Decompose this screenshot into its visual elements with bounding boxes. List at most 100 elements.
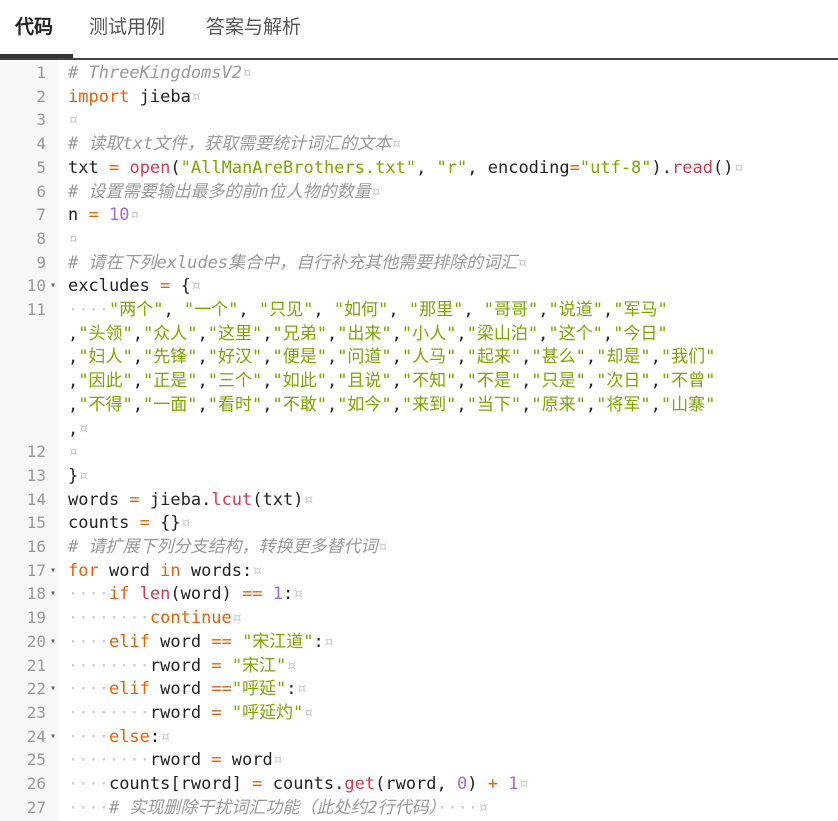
code-token: "不是" bbox=[466, 371, 522, 392]
code-token: ¤ bbox=[517, 252, 528, 273]
line-number: 1 bbox=[36, 63, 46, 82]
code-editor[interactable]: 1 # ThreeKingdomsV2¤ 2 import jieba¤ 3 ¤ 4 # 读取… bbox=[0, 60, 838, 821]
code-line: 13}¤ bbox=[0, 464, 838, 488]
code-text: ········rword = "宋江"¤ bbox=[68, 654, 297, 678]
code-token: ···· bbox=[68, 679, 109, 700]
code-text: excludes = {¤ bbox=[68, 274, 201, 298]
line-number: 16 bbox=[26, 537, 46, 556]
code-text: ¤ bbox=[68, 227, 78, 251]
line-number: 6 bbox=[36, 181, 46, 201]
code-token: elif bbox=[108, 679, 150, 700]
code-line: 10 ▾ excludes = {¤ bbox=[0, 274, 838, 298]
code-token: ········ bbox=[68, 702, 150, 723]
code-line: 20 ▾ ····elif word == "宋江道":¤ bbox=[0, 630, 838, 654]
code-token: "如今" bbox=[337, 394, 392, 415]
line-number: 2 bbox=[36, 86, 46, 106]
code-text: import jieba¤ bbox=[68, 85, 201, 109]
fold-arrow-icon[interactable]: ▾ bbox=[50, 677, 56, 701]
line-number: 8 bbox=[36, 228, 46, 248]
code-token: word bbox=[149, 679, 212, 700]
code-token: rword bbox=[149, 655, 212, 676]
code-line: ,"因此","正是","三个","如此","且说","不知","不是","只是"… bbox=[0, 369, 838, 393]
code-text: ····else:¤ bbox=[68, 725, 170, 749]
code-token: ···· bbox=[68, 726, 109, 747]
code-token: ········ bbox=[68, 608, 150, 629]
code-token: ¤ bbox=[160, 726, 171, 747]
code-token: "如何" bbox=[333, 300, 389, 320]
code-token: excludes bbox=[68, 276, 161, 297]
tab-test-cases[interactable]: 测试用例 bbox=[89, 12, 165, 39]
code-line: 5 txt = open("AllManAreBrothers.txt", "r"… bbox=[0, 156, 838, 180]
code-token: "utf-8" bbox=[579, 157, 652, 178]
line-number: 23 bbox=[26, 702, 46, 722]
code-token: "宋江道" bbox=[242, 631, 314, 652]
code-token: words: bbox=[180, 560, 253, 581]
tab-answer-analysis[interactable]: 答案与解析 bbox=[206, 12, 301, 39]
line-number: 24 bbox=[26, 726, 46, 746]
code-token: , bbox=[262, 323, 273, 344]
code-token: ¤ bbox=[293, 584, 304, 605]
code-token: = bbox=[108, 157, 120, 178]
code-token: { bbox=[170, 276, 191, 297]
code-token: ···· bbox=[68, 584, 109, 605]
code-token: , bbox=[68, 394, 79, 415]
code-token: "不得" bbox=[78, 394, 133, 415]
code-token: 0 bbox=[457, 774, 468, 794]
code-text: ····"两个", "一个", "只见", "如何", "那里", "哥哥","… bbox=[68, 298, 668, 322]
line-number: 5 bbox=[36, 157, 46, 177]
code-token: ¤ bbox=[303, 489, 314, 510]
code-token: , bbox=[326, 323, 338, 344]
code-token: , bbox=[585, 347, 597, 368]
code-text: ········continue¤ bbox=[68, 606, 242, 630]
code-token: , encoding bbox=[467, 157, 570, 178]
code-token: "只见" bbox=[258, 300, 314, 320]
code-token: , bbox=[262, 371, 273, 392]
code-line: ,¤ bbox=[0, 417, 838, 441]
code-token: "不敢" bbox=[272, 394, 327, 415]
code-token: , bbox=[262, 394, 273, 415]
code-token: , bbox=[326, 371, 338, 392]
code-token: lcut bbox=[211, 489, 253, 510]
code-token: "先锋" bbox=[142, 347, 198, 368]
code-token: + bbox=[487, 774, 498, 794]
line-number: 20 bbox=[26, 631, 46, 651]
code-line: 6 # 设置需要输出最多的前n位人物的数量¤ bbox=[0, 180, 838, 204]
code-token: == bbox=[211, 631, 232, 652]
code-token: 1 bbox=[272, 584, 284, 605]
code-text: ,"不得","一面","看时","不敢","如今","来到","当下","原来"… bbox=[68, 393, 715, 417]
code-token: words bbox=[68, 489, 130, 510]
code-token: "起来" bbox=[466, 347, 522, 368]
code-token: ¤ bbox=[68, 442, 79, 463]
code-token: ¤ bbox=[286, 655, 297, 676]
code-line: 17 ▾ for word in words:¤ bbox=[0, 559, 838, 583]
fold-arrow-icon[interactable]: ▾ bbox=[50, 630, 56, 654]
code-token: , bbox=[197, 347, 208, 368]
code-token: in bbox=[160, 560, 181, 581]
code-token: "哥哥" bbox=[483, 300, 539, 320]
code-token: (word) bbox=[170, 584, 243, 605]
code-token: , bbox=[197, 371, 208, 392]
fold-arrow-icon[interactable]: ▾ bbox=[50, 582, 56, 606]
code-token: ¤ bbox=[391, 134, 402, 155]
code-token: "正是" bbox=[142, 371, 198, 392]
code-token: 10 bbox=[108, 205, 130, 226]
fold-arrow-icon[interactable]: ▾ bbox=[50, 725, 56, 749]
code-token: , bbox=[603, 300, 614, 320]
code-line: 25 ········rword = word¤ bbox=[0, 748, 838, 772]
code-line: 8 ¤ bbox=[0, 227, 838, 251]
code-token: , bbox=[391, 323, 402, 344]
fold-arrow-icon[interactable]: ▾ bbox=[50, 274, 56, 298]
fold-arrow-icon[interactable]: ▾ bbox=[50, 559, 56, 583]
line-number: 10 bbox=[26, 276, 46, 296]
code-text: counts = {}¤ bbox=[68, 511, 191, 535]
tab-code[interactable]: 代码 bbox=[15, 12, 53, 39]
code-text: ····elif word =="呼延":¤ bbox=[68, 677, 307, 701]
code-token: , bbox=[326, 394, 338, 415]
code-token: ¤ bbox=[377, 537, 388, 557]
code-line: 18 ▾ ····if len(word) == 1:¤ bbox=[0, 582, 838, 606]
code-text: words = jieba.lcut(txt)¤ bbox=[68, 488, 314, 512]
code-line: 22 ▾ ····elif word =="呼延":¤ bbox=[0, 677, 838, 701]
code-token: elif bbox=[108, 631, 150, 652]
